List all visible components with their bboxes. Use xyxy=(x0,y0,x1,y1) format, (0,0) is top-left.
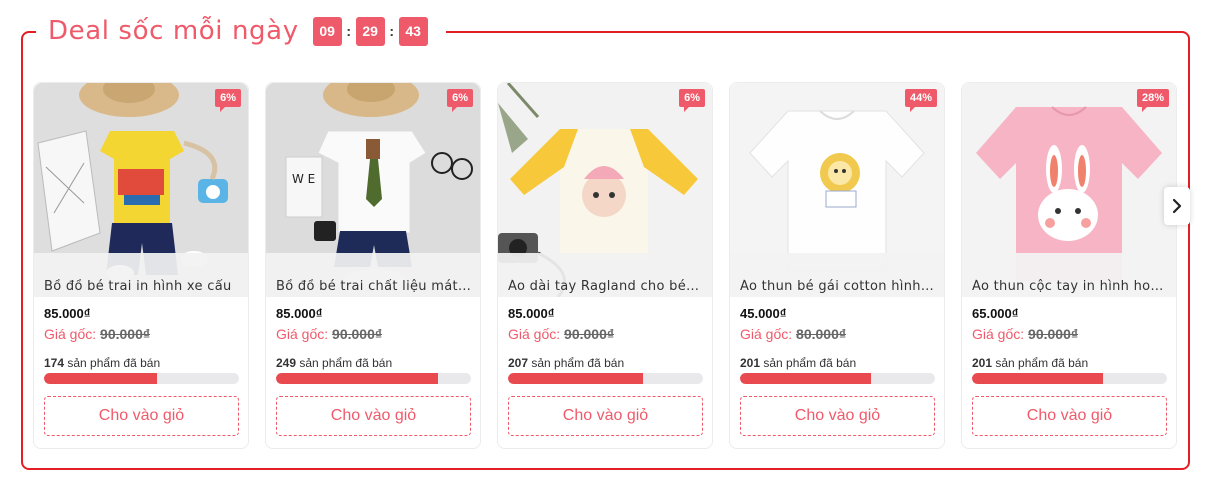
discount-badge: 6% xyxy=(447,89,473,112)
sold-count: 207 sản phẩm đã bán xyxy=(508,356,624,370)
sold-progress-fill xyxy=(740,373,871,384)
sale-price: 45.000₫ xyxy=(740,306,787,321)
original-price-label: Giá gốc: xyxy=(44,326,97,342)
sold-number: 207 xyxy=(508,356,529,370)
timer-separator: : xyxy=(389,23,395,39)
product-name[interactable]: Áo thun cộc tay in hình ho… xyxy=(972,279,1168,294)
discount-badge: 28% xyxy=(1136,89,1169,112)
sale-price: 85.000₫ xyxy=(44,306,91,321)
original-price: Giá gốc: 90.000₫ xyxy=(276,326,382,342)
sold-number: 174 xyxy=(44,356,65,370)
timer-seconds: 43 xyxy=(398,16,428,46)
sold-number: 201 xyxy=(972,356,993,370)
sold-progress-fill xyxy=(972,373,1103,384)
product-name[interactable]: Áo dài tay Ragland cho bé… xyxy=(508,279,704,294)
timer-minutes: 29 xyxy=(355,16,385,46)
discount-badge: 6% xyxy=(679,89,705,112)
timer-separator: : xyxy=(346,23,352,39)
original-price-label: Giá gốc: xyxy=(740,326,793,342)
carousel-next-button[interactable] xyxy=(1164,187,1190,225)
sold-count: 201 sản phẩm đã bán xyxy=(972,356,1088,370)
original-price: Giá gốc: 90.000₫ xyxy=(972,326,1078,342)
deal-header: Deal sốc mỗi ngày 09 : 29 : 43 xyxy=(36,8,446,54)
sold-label: sản phẩm đã bán xyxy=(995,356,1089,370)
add-to-cart-button[interactable]: Cho vào giỏ xyxy=(972,396,1167,436)
add-to-cart-button[interactable]: Cho vào giỏ xyxy=(740,396,935,436)
add-to-cart-button[interactable]: Cho vào giỏ xyxy=(276,396,471,436)
sold-progress-fill xyxy=(276,373,438,384)
sale-price: 85.000₫ xyxy=(508,306,555,321)
sold-count: 174 sản phẩm đã bán xyxy=(44,356,160,370)
add-to-cart-button[interactable]: Cho vào giỏ xyxy=(508,396,703,436)
sold-number: 249 xyxy=(276,356,297,370)
original-price-value: 80.000₫ xyxy=(796,326,847,342)
discount-badge: 6% xyxy=(215,89,241,112)
sold-progress-bar xyxy=(972,373,1167,384)
product-name[interactable]: Bồ đồ bé trai chất liệu mát… xyxy=(276,279,472,294)
product-card[interactable]: 28% Áo thun cộc tay in hình ho… 65.000₫ … xyxy=(961,82,1177,449)
sold-progress-bar xyxy=(44,373,239,384)
add-to-cart-button[interactable]: Cho vào giỏ xyxy=(44,396,239,436)
countdown-timer: 09 : 29 : 43 xyxy=(312,16,428,46)
section-title: Deal sốc mỗi ngày xyxy=(48,16,299,46)
original-price: Giá gốc: 90.000₫ xyxy=(508,326,614,342)
sold-label: sản phẩm đã bán xyxy=(763,356,857,370)
product-name[interactable]: Bồ đồ bé trai in hình xe cẩu xyxy=(44,279,240,294)
original-price-label: Giá gốc: xyxy=(508,326,561,342)
sold-progress-fill xyxy=(508,373,643,384)
sold-label: sản phẩm đã bán xyxy=(299,356,393,370)
sold-progress-bar xyxy=(276,373,471,384)
product-name[interactable]: Áo thun bé gái cotton hình… xyxy=(740,279,936,294)
original-price-value: 90.000₫ xyxy=(332,326,383,342)
discount-badge: 44% xyxy=(904,89,937,112)
svg-text:W E: W E xyxy=(292,172,315,186)
original-price-value: 90.000₫ xyxy=(1028,326,1079,342)
sold-progress-fill xyxy=(44,373,158,384)
original-price-value: 90.000₫ xyxy=(564,326,615,342)
sold-label: sản phẩm đã bán xyxy=(531,356,625,370)
chevron-right-icon xyxy=(1172,198,1182,214)
sale-price: 85.000₫ xyxy=(276,306,323,321)
product-card[interactable]: 6% Áo dài tay Ragland cho bé… 85.000₫ Gi… xyxy=(497,82,713,449)
timer-hours: 09 xyxy=(312,16,342,46)
sold-number: 201 xyxy=(740,356,761,370)
original-price-label: Giá gốc: xyxy=(972,326,1025,342)
sold-count: 249 sản phẩm đã bán xyxy=(276,356,392,370)
sold-progress-bar xyxy=(740,373,935,384)
sold-progress-bar xyxy=(508,373,703,384)
original-price: Giá gốc: 80.000₫ xyxy=(740,326,846,342)
product-card[interactable]: 44% Áo thun bé gái cotton hình… 45.000₫ … xyxy=(729,82,945,449)
product-card[interactable]: W E 6% Bồ đồ bé trai chất liệu mát… 85.0… xyxy=(265,82,481,449)
original-price: Giá gốc: 90.000₫ xyxy=(44,326,150,342)
product-card[interactable]: 6% Bồ đồ bé trai in hình xe cẩu 85.000₫ … xyxy=(33,82,249,449)
sold-count: 201 sản phẩm đã bán xyxy=(740,356,856,370)
sold-label: sản phẩm đã bán xyxy=(67,356,161,370)
sale-price: 65.000₫ xyxy=(972,306,1019,321)
original-price-label: Giá gốc: xyxy=(276,326,329,342)
original-price-value: 90.000₫ xyxy=(100,326,151,342)
